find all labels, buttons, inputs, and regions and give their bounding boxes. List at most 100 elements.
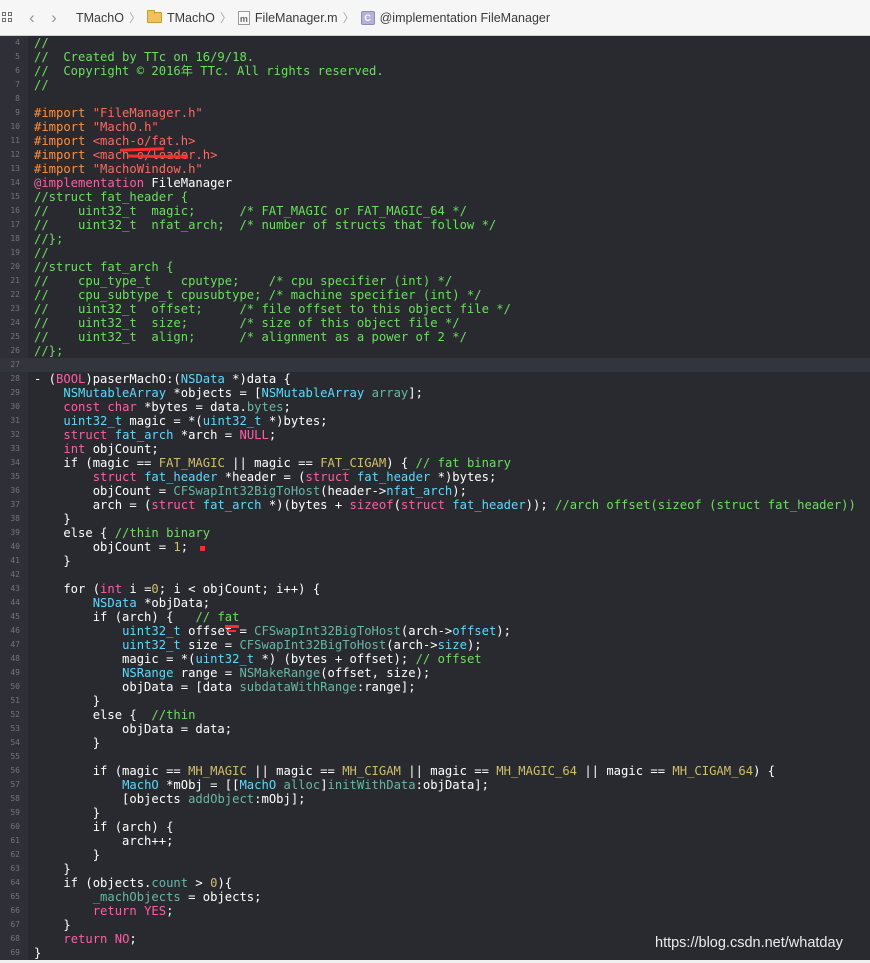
code-line[interactable]: 58 [objects addObject:mObj]; (0, 792, 870, 806)
code-line[interactable]: 43 for (int i =0; i < objCount; i++) { (0, 582, 870, 596)
code-line[interactable]: 21 // cpu_type_t cputype; /* cpu specifie… (0, 274, 870, 288)
code-line[interactable]: 42 (0, 568, 870, 582)
code-line[interactable]: 56 if (magic == MH_MAGIC || magic == MH_… (0, 764, 870, 778)
code-line[interactable]: 25 // uint32_t align; /* alignment as a p… (0, 330, 870, 344)
code-line[interactable]: 5 // Created by TTc on 16/9/18. (0, 50, 870, 64)
line-text: } (34, 512, 70, 526)
code-line[interactable]: 66 return YES; (0, 904, 870, 918)
line-text: uint32_t size = CFSwapInt32BigToHost(arc… (34, 638, 482, 652)
token-keyword: @implementation (34, 176, 145, 190)
code-line[interactable]: 64 if (objects.count > 0){ (0, 876, 870, 890)
code-line[interactable]: 36 objCount = CFSwapInt32BigToHost(heade… (0, 484, 870, 498)
code-line[interactable]: 18 //}; (0, 232, 870, 246)
code-line[interactable]: 16 // uint32_t magic; /* FAT_MAGIC or FAT… (0, 204, 870, 218)
code-line[interactable]: 44 NSData *objData; (0, 596, 870, 610)
line-text: //}; (34, 344, 63, 358)
line-number: 56 (10, 766, 20, 775)
code-line[interactable]: 13 #import "MachoWindow.h" (0, 162, 870, 176)
code-line[interactable]: 11 #import <mach-o/fat.h> (0, 134, 870, 148)
code-line[interactable]: 53 objData = data; (0, 722, 870, 736)
line-number: 25 (10, 332, 20, 341)
code-line[interactable]: 45 if (arch) { // fat (0, 610, 870, 624)
code-line[interactable]: 28 - (BOOL)paserMachO:(NSData *)data { (0, 372, 870, 386)
code-line[interactable]: 60 if (arch) { (0, 820, 870, 834)
token-macro: MH_CIGAM (342, 764, 401, 778)
line-number: 51 (10, 696, 20, 705)
code-line[interactable]: 20 //struct fat_arch { (0, 260, 870, 274)
code-line[interactable]: 48 magic = *(uint32_t *) (bytes + offset… (0, 652, 870, 666)
code-line[interactable]: 4 // (0, 36, 870, 50)
breadcrumb-group[interactable]: TMachO (146, 10, 215, 25)
line-text: struct fat_arch *arch = NULL; (34, 428, 276, 442)
code-line[interactable]: 34 if (magic == FAT_MAGIC || magic == FA… (0, 456, 870, 470)
code-line[interactable]: 38 } (0, 512, 870, 526)
code-line[interactable]: 59 } (0, 806, 870, 820)
code-line[interactable]: 33 int objCount; (0, 442, 870, 456)
code-line[interactable]: 17 // uint32_t nfat_arch; /* number of st… (0, 218, 870, 232)
code-line[interactable]: 35 struct fat_header *header = (struct f… (0, 470, 870, 484)
line-text: } (34, 554, 70, 568)
code-line[interactable]: 10 #import "MachO.h" (0, 120, 870, 134)
code-line[interactable]: 6 // Copyright © 2016年 TTc. All rights re… (0, 64, 870, 78)
code-line[interactable]: 27 (0, 358, 870, 372)
code-line[interactable]: 39 else { //thin binary (0, 526, 870, 540)
breadcrumb-symbol[interactable]: C @implementation FileManager (360, 10, 550, 25)
line-text: } (34, 862, 70, 876)
code-line[interactable]: 26 //}; (0, 344, 870, 358)
code-line[interactable]: 52 else { //thin (0, 708, 870, 722)
code-line[interactable]: 57 MachO *mObj = [[MachO alloc]initWithD… (0, 778, 870, 792)
code-line[interactable]: 30 const char *bytes = data.bytes; (0, 400, 870, 414)
breadcrumb-file[interactable]: m FileManager.m (237, 10, 338, 25)
code-line[interactable]: 23 // uint32_t offset; /* file offset to … (0, 302, 870, 316)
code-line[interactable]: 54 } (0, 736, 870, 750)
code-line[interactable]: 62 } (0, 848, 870, 862)
code-line[interactable]: 32 struct fat_arch *arch = NULL; (0, 428, 870, 442)
code-line[interactable]: 67 } (0, 918, 870, 932)
token-comment: //}; (34, 232, 64, 246)
code-line[interactable]: 47 uint32_t size = CFSwapInt32BigToHost(… (0, 638, 870, 652)
line-text: objData = data; (34, 722, 232, 736)
source-editor[interactable]: 4 // 5 // Created by TTc on 16/9/18. 6 // Cop… (0, 36, 870, 960)
code-line[interactable]: 41 } (0, 554, 870, 568)
code-line[interactable]: 31 uint32_t magic = *(uint32_t *)bytes; (0, 414, 870, 428)
code-line[interactable]: 19 // (0, 246, 870, 260)
breadcrumb-project[interactable]: TMachO (76, 11, 124, 25)
token-plain: ( (393, 498, 401, 512)
code-line[interactable]: 15 //struct fat_header { (0, 190, 870, 204)
code-line[interactable]: 8 (0, 92, 870, 106)
code-line[interactable]: 49 NSRange range = NSMakeRange(offset, s… (0, 666, 870, 680)
code-line[interactable]: 51 } (0, 694, 870, 708)
grid-icon[interactable] (2, 11, 14, 24)
code-line[interactable]: 50 objData = [data subdataWithRange:rang… (0, 680, 870, 694)
code-line[interactable]: 14 @implementation FileManager (0, 176, 870, 190)
code-line[interactable]: 22 // cpu_subtype_t cpusubtype; /* machin… (0, 288, 870, 302)
line-number: 66 (10, 906, 20, 915)
code-line[interactable]: 29 NSMutableArray *objects = [NSMutableA… (0, 386, 870, 400)
code-line[interactable]: 65 _machObjects = objects; (0, 890, 870, 904)
token-plain: *)bytes; (261, 414, 328, 428)
token-method: CFSwapInt32BigToHost (254, 624, 401, 638)
token-plain: )); (525, 498, 548, 512)
token-plain: magic = *( (34, 652, 196, 666)
token-keyword: struct (92, 470, 137, 484)
line-number: 44 (10, 598, 20, 607)
code-line[interactable]: 9 #import "FileManager.h" (0, 106, 870, 120)
code-line[interactable]: 24 // uint32_t size; /* size of this obje… (0, 316, 870, 330)
code-line[interactable]: 37 arch = (struct fat_arch *)(bytes + si… (0, 498, 870, 512)
back-chevron-icon[interactable]: ‹ (24, 9, 40, 26)
watermark: https://blog.csdn.net/whatday (655, 935, 843, 951)
code-line[interactable]: 40 objCount = 1; (0, 540, 870, 554)
code-line[interactable]: 63 } (0, 862, 870, 876)
code-line[interactable]: 7 // (0, 78, 870, 92)
forward-chevron-icon[interactable]: › (46, 9, 62, 26)
code-line[interactable]: 61 arch++; (0, 834, 870, 848)
code-line[interactable]: 46 uint32_t offset = CFSwapInt32BigToHos… (0, 624, 870, 638)
code-area[interactable]: 4 // 5 // Created by TTc on 16/9/18. 6 // Cop… (0, 36, 870, 960)
token-plain: || magic == (400, 764, 497, 778)
code-line[interactable]: 55 (0, 750, 870, 764)
